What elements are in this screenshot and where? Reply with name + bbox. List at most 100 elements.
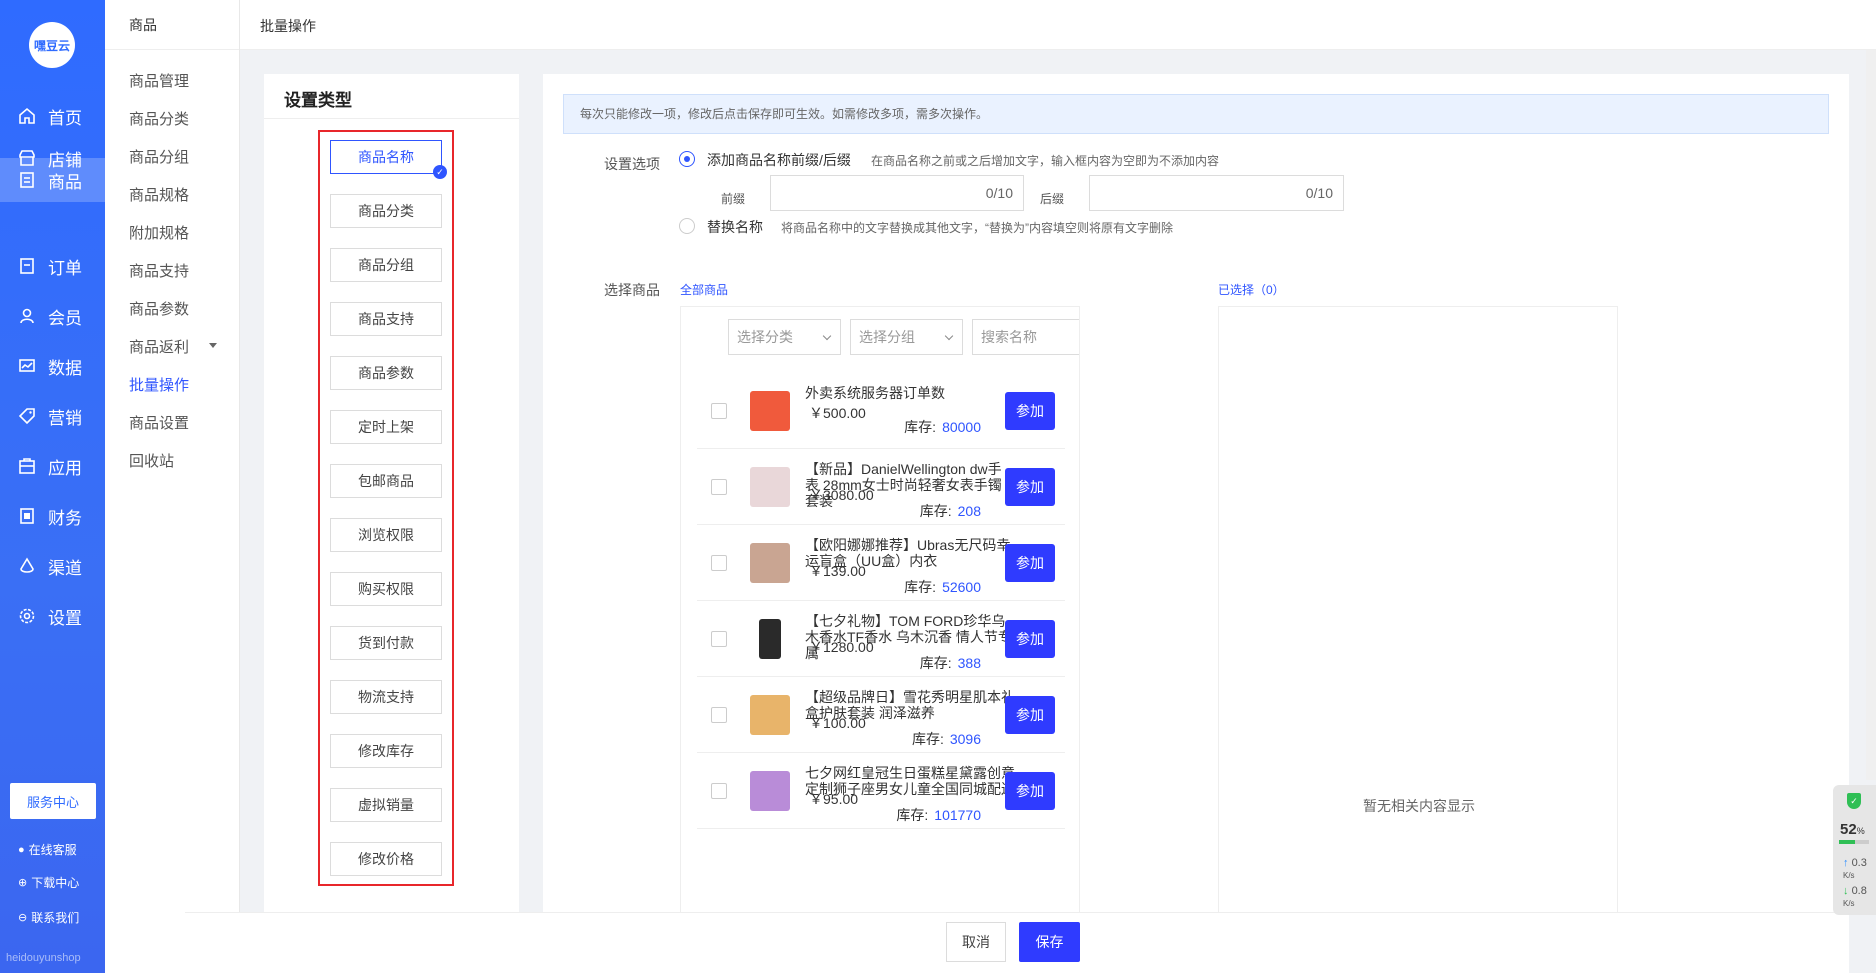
submenu-item-batch-operation[interactable]: 批量操作 — [129, 374, 189, 395]
contact-us-link[interactable]: ⊖ 联系我们 — [18, 909, 79, 926]
upload-unit: K/s — [1843, 871, 1855, 880]
link-label: 联系我们 — [31, 911, 80, 925]
join-button[interactable]: 参加 — [1005, 392, 1055, 430]
upload-value: 0.3 — [1851, 857, 1867, 869]
product-price: ￥1280.00 — [809, 639, 874, 655]
nav-item-marketing[interactable]: 营销 — [0, 394, 105, 438]
submenu-item-goods-group[interactable]: 商品分组 — [129, 146, 189, 167]
batch-edit-panel: 每次只能修改一项，修改后点击保存即可生效。如需修改多项，需多次操作。 设置选项 … — [543, 74, 1849, 954]
nav-item-order[interactable]: 订单 — [0, 244, 105, 288]
chevron-down-icon[interactable] — [209, 343, 217, 348]
stock-label: 库存: — [904, 579, 937, 595]
product-checkbox[interactable] — [711, 555, 727, 571]
nav-item-channel[interactable]: 渠道 — [0, 544, 105, 588]
submenu-item-goods-category[interactable]: 商品分类 — [129, 108, 189, 129]
nav-item-goods[interactable]: 商品 — [0, 158, 105, 202]
service-center-button[interactable]: 服务中心 — [10, 783, 96, 819]
nav-item-finance[interactable]: 财务 — [0, 494, 105, 538]
product-price: ￥500.00 — [809, 405, 866, 421]
usage-bar — [1839, 840, 1869, 844]
breadcrumb: 批量操作 — [260, 18, 316, 34]
join-button[interactable]: 参加 — [1005, 696, 1055, 734]
type-cash-on-delivery[interactable]: 货到付款 — [330, 626, 442, 660]
network-speed-widget[interactable]: ✓ 52% ↑ 0.3 K/s ↓ 0.8 K/s — [1833, 785, 1876, 915]
join-button[interactable]: 参加 — [1005, 772, 1055, 810]
submenu-item-goods-rebate[interactable]: 商品返利 — [129, 336, 189, 357]
stock-value: 3096 — [949, 731, 981, 747]
type-modify-stock[interactable]: 修改库存 — [330, 734, 442, 768]
select-goods-label: 选择商品 — [604, 282, 660, 298]
setting-types-title: 设置类型 — [284, 91, 352, 110]
join-button[interactable]: 参加 — [1005, 468, 1055, 506]
type-goods-category[interactable]: 商品分类 — [330, 194, 442, 228]
submenu-item-recycle-bin[interactable]: 回收站 — [129, 450, 174, 471]
radio-replace-name[interactable] — [679, 218, 695, 234]
save-button[interactable]: 保存 — [1019, 922, 1080, 962]
submenu-item-goods-params[interactable]: 商品参数 — [129, 298, 189, 319]
type-free-shipping[interactable]: 包邮商品 — [330, 464, 442, 498]
nav-item-apps[interactable]: 应用 — [0, 444, 105, 488]
type-modify-price[interactable]: 修改价格 — [330, 842, 442, 876]
option-add-prefix-suffix-hint: 在商品名称之前或之后增加文字，输入框内容为空即为不添加内容 — [871, 154, 1220, 168]
product-thumbnail — [750, 391, 790, 431]
type-scheduled-listing[interactable]: 定时上架 — [330, 410, 442, 444]
type-logistics-support[interactable]: 物流支持 — [330, 680, 442, 714]
goods-submenu: 商品 商品管理 商品分类 商品分组 商品规格 附加规格 商品支持 商品参数 商品… — [105, 0, 240, 973]
all-goods-tab[interactable]: 全部商品 — [680, 281, 728, 298]
nav-item-home[interactable]: 首页 — [0, 94, 105, 138]
submenu-item-goods-manage[interactable]: 商品管理 — [129, 70, 189, 91]
download-speed: ↓ 0.8 K/s — [1843, 885, 1867, 909]
submenu-item-goods-spec[interactable]: 商品规格 — [129, 184, 189, 205]
prefix-input[interactable]: 0/10 — [770, 175, 1024, 211]
nav-item-label: 商品 — [48, 172, 82, 192]
search-placeholder: 搜索名称 — [981, 329, 1037, 345]
option-add-prefix-suffix-text: 添加商品名称前缀/后缀 — [707, 152, 851, 168]
product-checkbox[interactable] — [711, 479, 727, 495]
type-purchase-permission[interactable]: 购买权限 — [330, 572, 442, 606]
product-checkbox[interactable] — [711, 783, 727, 799]
cancel-button[interactable]: 取消 — [946, 922, 1006, 962]
search-input[interactable]: 搜索名称 — [972, 319, 1079, 355]
channel-icon — [18, 557, 36, 575]
group-select[interactable]: 选择分组 — [850, 319, 963, 355]
selected-goods-tab[interactable]: 已选择（0） — [1218, 281, 1285, 298]
type-view-permission[interactable]: 浏览权限 — [330, 518, 442, 552]
type-virtual-sales[interactable]: 虚拟销量 — [330, 788, 442, 822]
product-checkbox[interactable] — [711, 707, 727, 723]
option-label: 设置选项 — [604, 156, 660, 172]
join-button[interactable]: 参加 — [1005, 620, 1055, 658]
checkmark-icon: ✓ — [433, 165, 447, 179]
submenu-item-extra-spec[interactable]: 附加规格 — [129, 222, 189, 243]
download-center-link[interactable]: ⊕ 下载中心 — [18, 874, 79, 891]
page-scrollbar[interactable] — [1866, 50, 1876, 780]
percent-value: 52 — [1840, 821, 1857, 838]
category-select[interactable]: 选择分类 — [728, 319, 841, 355]
online-support-link[interactable]: ● 在线客服 — [18, 841, 77, 858]
chevron-down-icon — [944, 331, 954, 341]
highlight-annotation-box — [318, 130, 454, 886]
stock-value: 80000 — [942, 419, 981, 435]
join-button[interactable]: 参加 — [1005, 544, 1055, 582]
radio-add-prefix-suffix[interactable] — [679, 151, 695, 167]
goods-icon — [18, 171, 36, 189]
nav-item-member[interactable]: 会员 — [0, 294, 105, 338]
table-row: 【新品】DanielWellington dw手表 28mm女士时尚轻奢女表手镯… — [697, 449, 1065, 525]
product-checkbox[interactable] — [711, 403, 727, 419]
type-goods-support[interactable]: 商品支持 — [330, 302, 442, 336]
type-goods-params[interactable]: 商品参数 — [330, 356, 442, 390]
brand-logo[interactable]: 嘿豆云 — [29, 22, 75, 68]
download-unit: K/s — [1843, 899, 1855, 908]
product-stock: 库存: 3096 — [912, 729, 981, 749]
nav-item-label: 首页 — [48, 108, 82, 128]
stock-label: 库存: — [896, 807, 929, 823]
suffix-input[interactable]: 0/10 — [1089, 175, 1344, 211]
selected-goods-box: 暂无相关内容显示 — [1218, 306, 1618, 954]
submenu-item-goods-settings[interactable]: 商品设置 — [129, 412, 189, 433]
nav-item-data[interactable]: 数据 — [0, 344, 105, 388]
submenu-item-goods-support[interactable]: 商品支持 — [129, 260, 189, 281]
nav-item-settings[interactable]: 设置 — [0, 594, 105, 638]
product-checkbox[interactable] — [711, 631, 727, 647]
type-goods-name[interactable]: 商品名称 ✓ — [330, 140, 447, 179]
type-goods-group[interactable]: 商品分组 — [330, 248, 442, 282]
notice-banner: 每次只能修改一项，修改后点击保存即可生效。如需修改多项，需多次操作。 — [563, 94, 1829, 134]
